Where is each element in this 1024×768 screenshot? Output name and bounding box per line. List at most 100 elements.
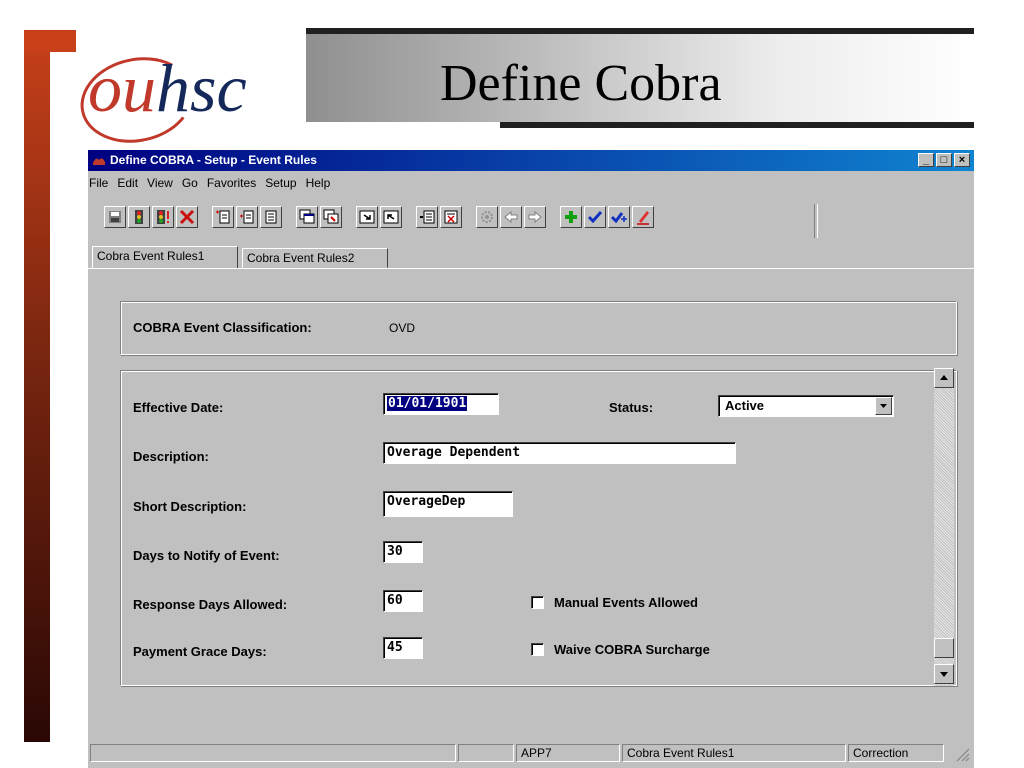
- gear-button[interactable]: [476, 206, 498, 228]
- status-dropdown-button[interactable]: [875, 397, 892, 415]
- check-button[interactable]: [584, 206, 606, 228]
- row-button[interactable]: [260, 206, 282, 228]
- menu-bar: File Edit View Go Favorites Setup Help: [88, 174, 974, 194]
- add-button[interactable]: [560, 206, 582, 228]
- ouhsc-logo: ouhsc: [72, 46, 310, 153]
- previous-page-button[interactable]: [380, 206, 402, 228]
- effective-date-value: 01/01/1901: [387, 396, 468, 411]
- paste-window-button[interactable]: [320, 206, 342, 228]
- slide-left-accent-bar: [24, 30, 50, 742]
- window-controls: _ □ ×: [918, 153, 970, 167]
- waive-surcharge-checkbox[interactable]: [531, 643, 544, 656]
- menu-edit[interactable]: Edit: [116, 174, 146, 194]
- insert-list-icon: [420, 210, 435, 224]
- logo-text: ouhsc: [88, 48, 247, 128]
- classification-label: COBRA Event Classification:: [133, 320, 312, 335]
- previous-page-icon: [383, 210, 399, 224]
- copy-window-button[interactable]: [296, 206, 318, 228]
- chevron-up-icon: [940, 375, 948, 380]
- delete-list-button[interactable]: [440, 206, 462, 228]
- menu-go[interactable]: Go: [181, 174, 206, 194]
- add-plus-icon: [565, 211, 577, 223]
- tab-cobra-event-rules2[interactable]: Cobra Event Rules2: [242, 248, 388, 268]
- scroll-thumb[interactable]: [934, 638, 954, 658]
- chevron-down-icon: [880, 404, 887, 408]
- insert-row-icon: [240, 210, 254, 224]
- menu-file[interactable]: File: [88, 174, 116, 194]
- effective-date-field[interactable]: 01/01/1901: [383, 393, 499, 415]
- status-panel-main: [90, 744, 456, 762]
- event-rules-group: Effective Date: 01/01/1901 Status: Activ…: [120, 370, 957, 686]
- gear-icon: [481, 211, 493, 223]
- payment-grace-field[interactable]: 45: [383, 637, 423, 659]
- app-window: Define COBRA - Setup - Event Rules _ □ ×…: [88, 150, 974, 768]
- toolbar-separator: [814, 204, 818, 238]
- next-page-button[interactable]: [356, 206, 378, 228]
- menu-setup[interactable]: Setup: [264, 174, 304, 194]
- menu-help[interactable]: Help: [305, 174, 339, 194]
- menu-view[interactable]: View: [146, 174, 181, 194]
- classification-value: OVD: [389, 321, 416, 335]
- logo-suffix: hsc: [156, 50, 247, 126]
- status-app: APP7: [516, 744, 620, 762]
- delete-x-icon: [179, 209, 195, 225]
- forward-arrow-button[interactable]: [524, 206, 546, 228]
- days-notify-label: Days to Notify of Event:: [133, 548, 280, 563]
- check-icon: [587, 211, 603, 224]
- insert-row-before-icon: [216, 210, 230, 224]
- chevron-down-icon: [940, 672, 948, 677]
- edit-button[interactable]: [632, 206, 654, 228]
- days-notify-field[interactable]: 30: [383, 541, 423, 563]
- vertical-scrollbar[interactable]: [934, 368, 954, 686]
- delete-list-icon: [444, 210, 458, 224]
- status-label: Status:: [609, 400, 654, 415]
- manual-events-label: Manual Events Allowed: [554, 595, 698, 610]
- status-mode: Correction: [848, 744, 944, 762]
- title-bottom-rule: [500, 122, 974, 128]
- app-icon[interactable]: [92, 154, 106, 166]
- traffic-light-alert-button[interactable]: [152, 206, 174, 228]
- save-button[interactable]: [104, 206, 126, 228]
- status-page: Cobra Event Rules1: [622, 744, 846, 762]
- effective-date-label: Effective Date:: [133, 400, 224, 415]
- copy-window-icon: [299, 209, 315, 224]
- toolbar: [88, 202, 974, 238]
- status-value: Active: [725, 398, 765, 413]
- close-button[interactable]: ×: [954, 153, 970, 167]
- maximize-button[interactable]: □: [936, 153, 952, 167]
- minimize-button[interactable]: _: [918, 153, 934, 167]
- insert-row-before-button[interactable]: [212, 206, 234, 228]
- status-panel-blank: [458, 744, 514, 762]
- window-titlebar[interactable]: Define COBRA - Setup - Event Rules _ □ ×: [88, 150, 974, 171]
- delete-button[interactable]: [176, 206, 198, 228]
- next-page-icon: [359, 210, 375, 224]
- back-arrow-icon: [504, 210, 518, 224]
- scroll-down-button[interactable]: [934, 664, 954, 684]
- check-add-icon: [611, 212, 627, 224]
- window-title: Define COBRA - Setup - Event Rules: [110, 153, 317, 167]
- insert-row-button[interactable]: [236, 206, 258, 228]
- response-days-label: Response Days Allowed:: [133, 597, 288, 612]
- scroll-up-button[interactable]: [934, 368, 954, 388]
- check-add-button[interactable]: [608, 206, 630, 228]
- logo-prefix: ou: [88, 50, 156, 126]
- short-description-label: Short Description:: [133, 499, 247, 514]
- slide-top-accent-bar: [24, 30, 76, 52]
- short-description-field[interactable]: OverageDep: [383, 491, 513, 517]
- description-field[interactable]: Overage Dependent: [383, 442, 736, 464]
- paste-window-icon: [323, 209, 339, 224]
- insert-list-button[interactable]: [416, 206, 438, 228]
- tab-cobra-event-rules1[interactable]: Cobra Event Rules1: [92, 246, 238, 269]
- back-arrow-button[interactable]: [500, 206, 522, 228]
- slide-title: Define Cobra: [440, 55, 722, 112]
- traffic-light-icon: [135, 210, 143, 224]
- status-select[interactable]: Active: [718, 395, 894, 417]
- description-label: Description:: [133, 449, 209, 464]
- classification-group: COBRA Event Classification: OVD: [120, 301, 957, 355]
- traffic-light-button[interactable]: [128, 206, 150, 228]
- save-icon: [109, 211, 121, 223]
- resize-grip-icon[interactable]: [954, 746, 970, 762]
- manual-events-checkbox[interactable]: [531, 596, 544, 609]
- menu-favorites[interactable]: Favorites: [206, 174, 264, 194]
- response-days-field[interactable]: 60: [383, 590, 423, 612]
